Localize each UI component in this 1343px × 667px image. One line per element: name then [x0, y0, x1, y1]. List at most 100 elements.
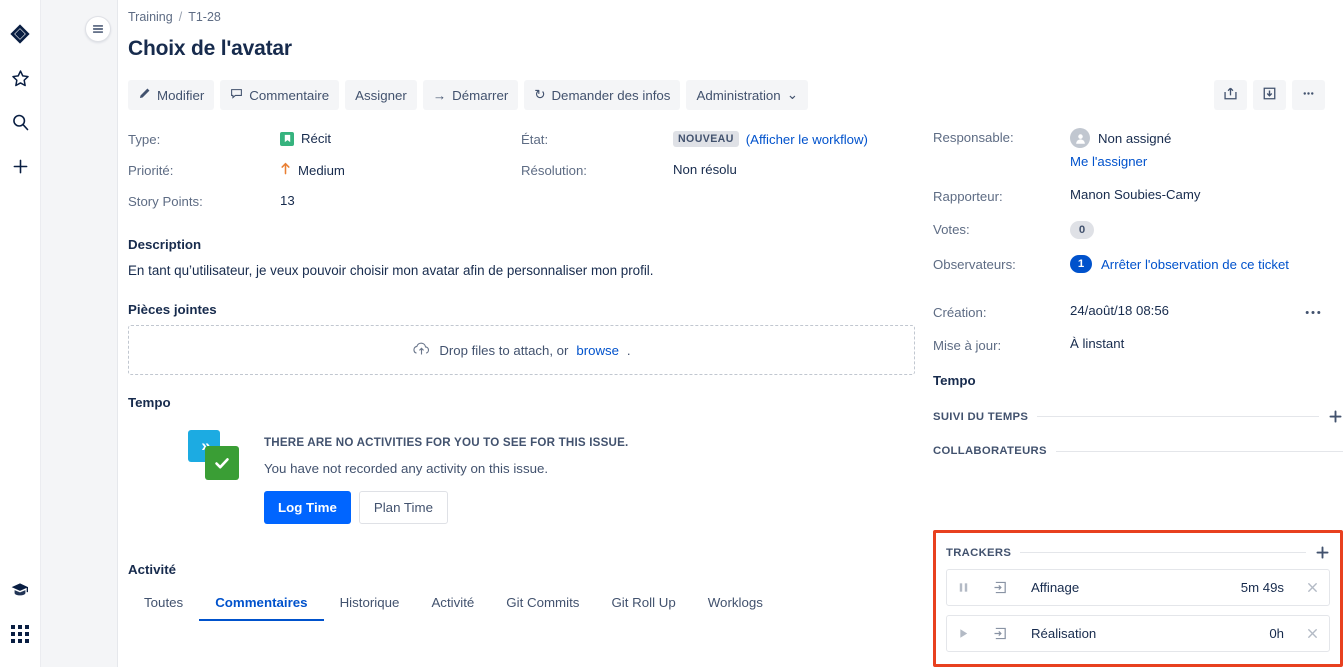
breadcrumb: Training / T1-28 [128, 10, 1343, 24]
dropzone-text: Drop files to attach, or [439, 342, 569, 358]
tab-worklogs[interactable]: Worklogs [692, 589, 779, 621]
tab-activite[interactable]: Activité [415, 589, 490, 621]
updated-label: Mise à jour: [933, 338, 1002, 353]
tab-commentaires[interactable]: Commentaires [199, 589, 324, 622]
chevron-down-icon: ⌄ [786, 87, 798, 102]
trackers-panel: Trackers Affinage 5m 49s [933, 530, 1343, 667]
tracker-name: Réalisation [1031, 626, 1097, 641]
log-time-icon[interactable] [993, 580, 1031, 595]
votes-value-wrap: 0 [1070, 220, 1094, 239]
table-row[interactable]: Réalisation 0h [946, 615, 1330, 652]
start-button[interactable]: → Démarrer [422, 80, 519, 110]
refresh-icon: ↻ [534, 87, 546, 102]
star-icon[interactable] [4, 62, 36, 94]
breadcrumb-project[interactable]: Training [128, 10, 173, 24]
collaborators-section: Collaborateurs [933, 445, 1343, 457]
issue-toolbar: Modifier Commentaire Assigner → Démarrer… [128, 80, 1343, 110]
time-tracking-label: Suivi du temps [933, 410, 1029, 423]
field-resolution-label: Résolution: [521, 163, 587, 178]
priority-medium-icon [280, 162, 291, 178]
sidebar-toggle-button[interactable] [85, 16, 111, 42]
field-status-label: État: [521, 132, 549, 147]
tab-git-roll-up[interactable]: Git Roll Up [595, 589, 691, 621]
comment-button-label: Commentaire [249, 87, 330, 103]
assign-button[interactable]: Assigner [345, 80, 417, 110]
tempo-empty-subtitle: You have not recorded any activity on th… [264, 461, 549, 477]
request-info-button-label: Demander des infos [551, 87, 671, 103]
more-actions-button[interactable] [1292, 80, 1325, 110]
add-time-tracking-button[interactable] [1328, 409, 1343, 424]
play-icon[interactable] [957, 627, 993, 640]
close-icon[interactable] [1306, 581, 1319, 594]
watchers-value-wrap: 1 Arrêter l'observation de ce ticket [1070, 255, 1289, 273]
export-button[interactable] [1253, 80, 1286, 110]
view-workflow-link[interactable]: (Afficher le workflow) [746, 132, 868, 147]
field-status: État: NOUVEAU (Afficher le workflow) [521, 130, 941, 160]
trackers-label: Trackers [946, 546, 1012, 559]
assign-button-label: Assigner [355, 87, 407, 103]
edit-button[interactable]: Modifier [128, 80, 215, 110]
log-time-button[interactable]: Log Time [264, 491, 351, 525]
app-grid-icon[interactable] [4, 623, 36, 655]
search-icon[interactable] [4, 106, 36, 138]
status-badge: NOUVEAU [673, 131, 739, 147]
story-type-icon [280, 131, 294, 146]
field-type: Type: Récit [128, 130, 521, 160]
field-story-points-value: 13 [280, 193, 295, 208]
assignee-value: Non assigné [1098, 130, 1172, 146]
field-type-value-wrap: Récit [280, 130, 331, 146]
field-priority-value-wrap: Medium [280, 161, 345, 178]
share-icon [1223, 86, 1238, 104]
assign-to-me-link[interactable]: Me l'assigner [1070, 154, 1147, 169]
attachments-heading: Pièces jointes [128, 302, 217, 318]
tempo-empty-copy: THERE ARE NO ACTIVITIES FOR YOU TO SEE F… [264, 430, 628, 525]
tab-toutes[interactable]: Toutes [128, 589, 199, 621]
breadcrumb-issue-key[interactable]: T1-28 [188, 10, 221, 24]
tab-historique[interactable]: Historique [324, 589, 416, 621]
comment-button[interactable]: Commentaire [220, 80, 340, 110]
close-icon[interactable] [1306, 627, 1319, 640]
add-tracker-button[interactable] [1315, 545, 1330, 560]
plan-time-button[interactable]: Plan Time [358, 491, 448, 525]
field-priority-value: Medium [298, 162, 345, 178]
pause-icon[interactable] [957, 581, 993, 594]
plus-icon[interactable] [4, 150, 36, 182]
created-value: 24/août/18 08:56 [1070, 303, 1169, 318]
tempo-logo-icon: » [188, 430, 240, 481]
field-resolution: Résolution: Non résolu [521, 161, 941, 191]
tracker-time: 0h [1269, 626, 1284, 641]
updated-row: Mise à jour: À linstant [933, 336, 1343, 353]
tracker-name: Affinage [1031, 580, 1080, 595]
votes-row: Votes: 0 [933, 220, 1343, 239]
tempo-actions: Log Time Plan Time [264, 491, 628, 525]
avatar [1070, 128, 1090, 148]
fields-column-left: Type: Récit Priorité: Medium Story Point… [128, 130, 521, 223]
graduation-cap-icon[interactable] [4, 579, 36, 611]
arrow-right-icon: → [432, 87, 447, 103]
start-button-label: Démarrer [452, 87, 509, 103]
request-info-button[interactable]: ↻ Demander des infos [524, 80, 681, 110]
assignee-value-wrap: Non assigné Me l'assigner [1070, 128, 1171, 171]
dropzone-browse-link[interactable]: browse [576, 343, 619, 358]
table-row[interactable]: Affinage 5m 49s [946, 569, 1330, 606]
breadcrumb-separator: / [178, 10, 183, 24]
field-priority-label: Priorité: [128, 163, 174, 178]
assignee-row: Responsable: Non assigné Me l'assigner [933, 128, 1343, 171]
watchers-label: Observateurs: [933, 257, 1016, 272]
jira-logo-icon[interactable] [4, 18, 36, 50]
watchers-badge: 1 [1070, 255, 1092, 273]
tab-git-commits[interactable]: Git Commits [490, 589, 595, 621]
share-button[interactable] [1214, 80, 1247, 110]
export-icon [1262, 86, 1277, 104]
product-rail [0, 0, 41, 667]
ellipsis-icon [1301, 86, 1316, 104]
issue-content: Training / T1-28 Choix de l'avatar Modif… [118, 0, 1343, 667]
assignee-label: Responsable: [933, 130, 1014, 145]
log-time-icon[interactable] [993, 626, 1031, 641]
watchers-row: Observateurs: 1 Arrêter l'observation de… [933, 255, 1343, 273]
fields-column-right: État: NOUVEAU (Afficher le workflow) Rés… [521, 130, 941, 223]
stop-watching-link[interactable]: Arrêter l'observation de ce ticket [1101, 257, 1289, 272]
administration-dropdown[interactable]: Administration ⌄ [686, 80, 808, 110]
attachment-dropzone[interactable]: Drop files to attach, or browse . [128, 325, 915, 376]
jira-issue-page: Training / T1-28 Choix de l'avatar Modif… [0, 0, 1343, 667]
